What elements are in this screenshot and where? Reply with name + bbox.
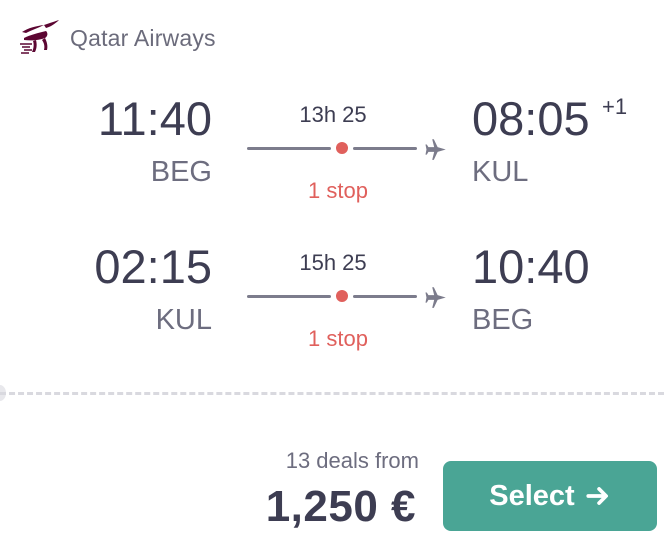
departure-airport-code: KUL — [155, 304, 212, 336]
dashed-divider — [0, 392, 664, 395]
route-line-segment — [247, 147, 331, 150]
airline-name: Qatar Airways — [70, 24, 216, 51]
route-line — [247, 136, 452, 160]
flight-duration: 13h 25 — [299, 102, 367, 127]
arrival-time: 08:05 — [472, 92, 590, 145]
departure-airport-code: BEG — [150, 156, 212, 188]
flight-result-card[interactable]: Qatar Airways 11:40 BEG 13h 25 1 stop 08… — [0, 0, 664, 539]
stops-count: 1 stop — [308, 326, 368, 351]
deals-count-text: 13 deals from — [285, 448, 419, 473]
departure-time: 02:15 — [94, 240, 212, 293]
return-leg: 02:15 KUL 15h 25 1 stop 10:40 BEG — [0, 236, 664, 356]
route-line-segment — [247, 295, 331, 298]
airline-header: Qatar Airways — [18, 18, 216, 58]
stop-dot-icon — [336, 142, 348, 154]
arrival-airport-code: KUL — [472, 156, 529, 188]
select-button-label: Select — [489, 479, 575, 512]
departure-time: 11:40 — [97, 92, 212, 145]
airplane-icon — [425, 287, 446, 308]
stops-count: 1 stop — [308, 178, 368, 203]
arrival-time: 10:40 — [472, 240, 590, 293]
route-line — [247, 284, 452, 308]
arrival-airport-code: BEG — [472, 304, 534, 336]
select-button[interactable]: Select — [443, 461, 657, 531]
qatar-oryx-logo-icon — [20, 20, 59, 54]
arrival-day-offset: +1 — [602, 94, 628, 119]
flight-duration: 15h 25 — [299, 250, 367, 275]
route-line-segment — [353, 147, 417, 150]
airplane-icon — [425, 139, 446, 160]
route-line-segment — [353, 295, 417, 298]
arrow-right-icon — [586, 487, 608, 505]
outbound-leg: 11:40 BEG 13h 25 1 stop 08:05 +1 KUL — [0, 88, 664, 208]
price: 1,250 € — [265, 482, 416, 531]
stop-dot-icon — [336, 290, 348, 302]
